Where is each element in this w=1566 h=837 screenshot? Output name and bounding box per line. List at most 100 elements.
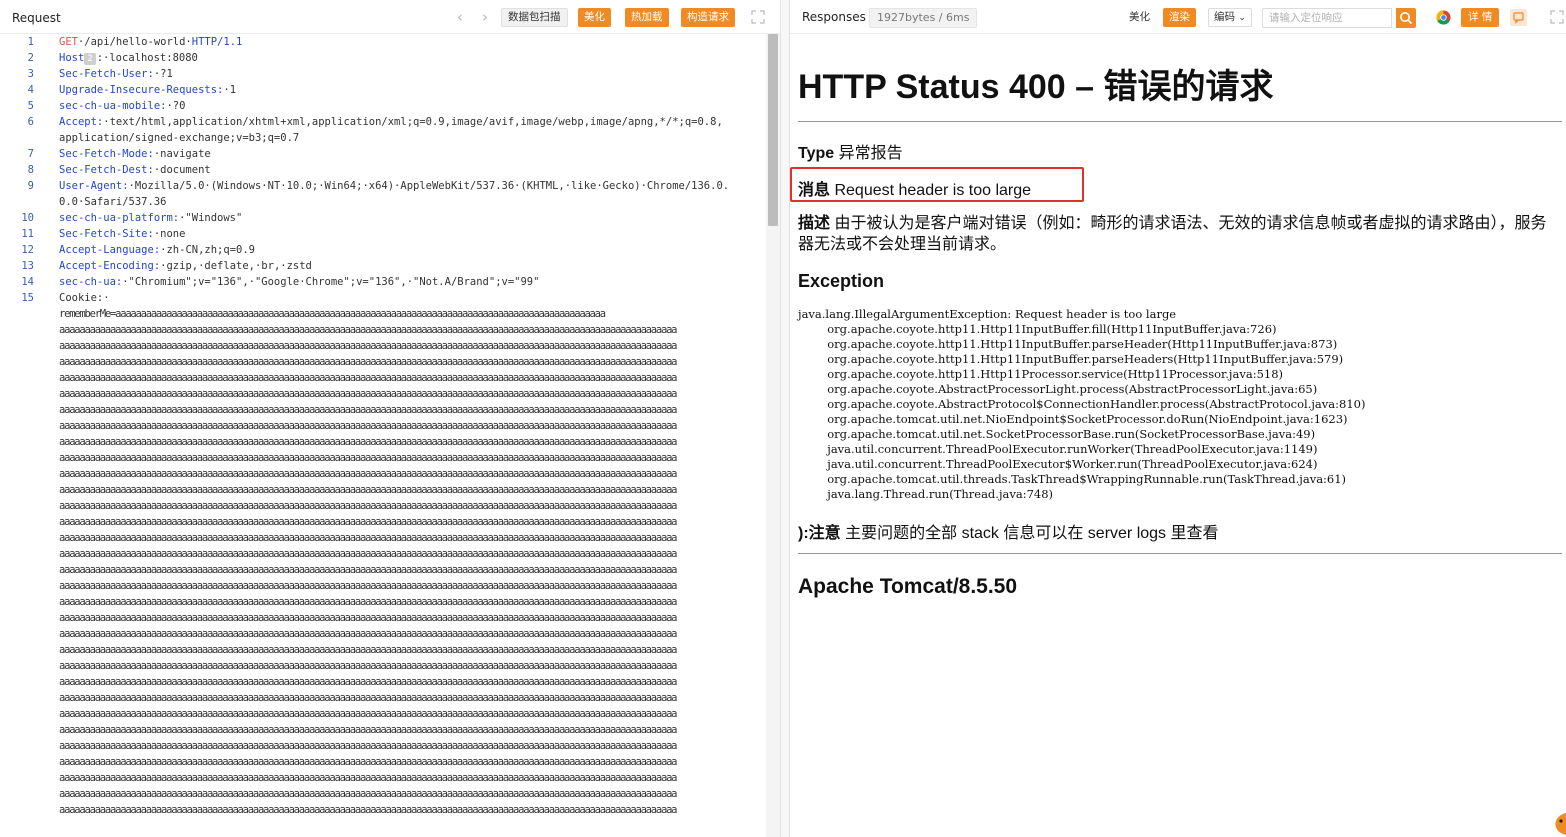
pane-divider[interactable] xyxy=(781,0,789,837)
header-key: Sec-Fetch-Mode: xyxy=(59,148,154,160)
line-number: 9 xyxy=(27,180,34,192)
header-value: ·none xyxy=(153,228,186,240)
encoding-label: 编码 xyxy=(1214,11,1235,23)
header-key: User-Agent: xyxy=(59,180,129,192)
cookie-value-line: aaaaaaaaaaaaaaaaaaaaaaaaaaaaaaaaaaaaaaaa… xyxy=(59,724,678,736)
line-number: 5 xyxy=(27,100,34,112)
header-line-wrap: application/signed-exchange;v=b3;q=0.7 xyxy=(59,132,300,144)
cookie-value-line: aaaaaaaaaaaaaaaaaaaaaaaaaaaaaaaaaaaaaaaa… xyxy=(59,532,678,544)
forward-arrow-icon[interactable]: › xyxy=(477,8,493,26)
http-protocol: HTTP/1.1 xyxy=(191,36,243,48)
chrome-icon[interactable] xyxy=(1436,10,1451,25)
response-size-badge: 1927bytes / 6ms xyxy=(869,8,978,28)
header-key: sec-ch-ua: xyxy=(59,276,123,288)
cookie-value-line: aaaaaaaaaaaaaaaaaaaaaaaaaaaaaaaaaaaaaaaa… xyxy=(59,772,678,784)
packet-scan-button[interactable]: 数据包扫描 xyxy=(501,8,568,27)
cookie-key: Cookie:· xyxy=(59,292,110,304)
header-key: Host xyxy=(59,52,85,64)
header-line: Sec-Fetch-Site:·none xyxy=(59,226,185,242)
locate-response-input[interactable] xyxy=(1262,8,1392,28)
cookie-value-line: aaaaaaaaaaaaaaaaaaaaaaaaaaaaaaaaaaaaaaaa… xyxy=(59,788,678,800)
corner-logo-icon xyxy=(1555,813,1566,835)
description-value: 由于被认为是客户端对错误（例如：畸形的请求语法、无效的请求信息帧或者虚拟的请求路… xyxy=(798,215,1547,253)
details-button[interactable]: 详 情 xyxy=(1461,8,1500,27)
line-number: 10 xyxy=(21,212,34,224)
header-value: :·localhost:8080 xyxy=(96,52,198,64)
cookie-value-line: aaaaaaaaaaaaaaaaaaaaaaaaaaaaaaaaaaaaaaaa… xyxy=(59,340,678,352)
header-value: ·"Windows" xyxy=(179,212,243,224)
cookie-value-line: aaaaaaaaaaaaaaaaaaaaaaaaaaaaaaaaaaaaaaaa… xyxy=(59,324,678,336)
cookie-value-line: aaaaaaaaaaaaaaaaaaaaaaaaaaaaaaaaaaaaaaaa… xyxy=(59,484,678,496)
type-row: Type 异常报告 xyxy=(798,139,903,163)
line-number: 13 xyxy=(21,260,34,272)
header-value: ·text/html,application/xhtml+xml,applica… xyxy=(103,116,723,128)
line-number: 2 xyxy=(27,52,34,64)
header-line: Accept-Encoding:·gzip,·deflate,·br,·zstd xyxy=(59,258,312,274)
cookie-value-line: aaaaaaaaaaaaaaaaaaaaaaaaaaaaaaaaaaaaaaaa… xyxy=(59,516,678,528)
comment-icon[interactable] xyxy=(1510,9,1527,26)
render-button[interactable]: 渲染 xyxy=(1163,8,1196,27)
header-line-wrap: 0.0·Safari/537.36 xyxy=(59,196,167,208)
header-value: ·navigate xyxy=(153,148,211,160)
server-footer: Apache Tomcat/8.5.50 xyxy=(798,575,1018,598)
divider xyxy=(798,121,1562,122)
beautify-response-button[interactable]: 美化 xyxy=(1122,8,1157,27)
header-line: Host 2:·localhost:8080 xyxy=(59,50,198,66)
header-value: ·"Chromium";v="136",·"Google·Chrome";v="… xyxy=(122,276,540,288)
cookie-value-line: aaaaaaaaaaaaaaaaaaaaaaaaaaaaaaaaaaaaaaaa… xyxy=(59,756,678,768)
cookie-value-line: aaaaaaaaaaaaaaaaaaaaaaaaaaaaaaaaaaaaaaaa… xyxy=(59,420,678,432)
header-line: sec-ch-ua:·"Chromium";v="136",·"Google·C… xyxy=(59,274,539,290)
build-request-button[interactable]: 构造请求 xyxy=(681,8,735,27)
response-title: Responses xyxy=(802,10,866,24)
rendered-response: HTTP Status 400 – 错误的请求 Type 异常报告 消息 Req… xyxy=(790,34,1566,837)
exception-heading: Exception xyxy=(798,271,885,291)
line-number: 11 xyxy=(21,228,34,240)
header-line: sec-ch-ua-mobile:·?0 xyxy=(59,98,185,114)
header-key: Sec-Fetch-User: xyxy=(59,68,154,80)
header-value: ·zh-CN,zh;q=0.9 xyxy=(160,244,255,256)
header-line: User-Agent:·Mozilla/5.0·(Windows·NT·10.0… xyxy=(59,178,729,194)
header-key: sec-ch-ua-platform: xyxy=(59,212,180,224)
beautify-request-button[interactable]: 美化 xyxy=(578,8,611,27)
hot-load-button[interactable]: 热加载 xyxy=(625,8,669,27)
cookie-value-line: aaaaaaaaaaaaaaaaaaaaaaaaaaaaaaaaaaaaaaaa… xyxy=(59,644,678,656)
header-line: Sec-Fetch-User:·?1 xyxy=(59,66,173,82)
header-line: sec-ch-ua-platform:·"Windows" xyxy=(59,210,242,226)
header-value: ·1 xyxy=(223,84,237,96)
scrollbar-thumb[interactable] xyxy=(768,34,778,226)
expand-response-icon[interactable] xyxy=(1550,10,1564,24)
line-number: 4 xyxy=(27,84,34,96)
header-key: sec-ch-ua-mobile: xyxy=(59,100,167,112)
expand-icon[interactable] xyxy=(751,10,765,24)
request-pane: Request ‹ › 数据包扫描 美化 热加载 构造请求 1 2 3 4 5 … xyxy=(0,0,781,837)
cookie-value-line: aaaaaaaaaaaaaaaaaaaaaaaaaaaaaaaaaaaaaaaa… xyxy=(59,692,678,704)
response-pane: Responses 1927bytes / 6ms 美化 渲染 编码 ⌄ 详 情 xyxy=(789,0,1566,837)
cookie-value-line: rememberMe=aaaaaaaaaaaaaaaaaaaaaaaaaaaaa… xyxy=(59,308,606,320)
request-editor[interactable]: 1 2 3 4 5 6 7 8 9 10 11 12 13 14 15 GET·… xyxy=(0,34,766,837)
search-button[interactable] xyxy=(1396,8,1416,28)
note-row: ):注意 主要问题的全部 stack 信息可以在 server logs 里查看 xyxy=(798,519,1219,543)
header-value: ·?1 xyxy=(153,68,173,80)
line-number: 6 xyxy=(27,116,34,128)
response-toolbar: Responses 1927bytes / 6ms 美化 渲染 编码 ⌄ 详 情 xyxy=(790,0,1566,34)
line-number: 7 xyxy=(27,148,34,160)
cookie-value-line: aaaaaaaaaaaaaaaaaaaaaaaaaaaaaaaaaaaaaaaa… xyxy=(59,596,678,608)
line-number: 15 xyxy=(21,292,34,304)
cookie-value-line: aaaaaaaaaaaaaaaaaaaaaaaaaaaaaaaaaaaaaaaa… xyxy=(59,468,678,480)
request-toolbar: Request ‹ › 数据包扫描 美化 热加载 构造请求 xyxy=(0,0,780,34)
header-value: ·gzip,·deflate,·br,·zstd xyxy=(160,260,312,272)
request-path: ·/api/hello-world· xyxy=(77,36,192,48)
header-key: Accept: xyxy=(59,116,104,128)
cookie-value-line: aaaaaaaaaaaaaaaaaaaaaaaaaaaaaaaaaaaaaaaa… xyxy=(59,500,678,512)
note-label: ):注意 xyxy=(798,525,841,542)
line-number: 3 xyxy=(27,68,34,80)
count-badge: 2 xyxy=(84,53,96,65)
request-scrollbar[interactable] xyxy=(766,34,780,837)
cookie-value-line: aaaaaaaaaaaaaaaaaaaaaaaaaaaaaaaaaaaaaaaa… xyxy=(59,804,678,816)
message-value: Request header is too large xyxy=(834,182,1032,199)
back-arrow-icon[interactable]: ‹ xyxy=(452,8,468,26)
chevron-down-icon: ⌄ xyxy=(1238,13,1246,23)
request-line: GET·/api/hello-world·HTTP/1.1 xyxy=(59,34,242,50)
encoding-select[interactable]: 编码 ⌄ xyxy=(1208,8,1252,27)
message-row: 消息 Request header is too large xyxy=(798,176,1031,200)
